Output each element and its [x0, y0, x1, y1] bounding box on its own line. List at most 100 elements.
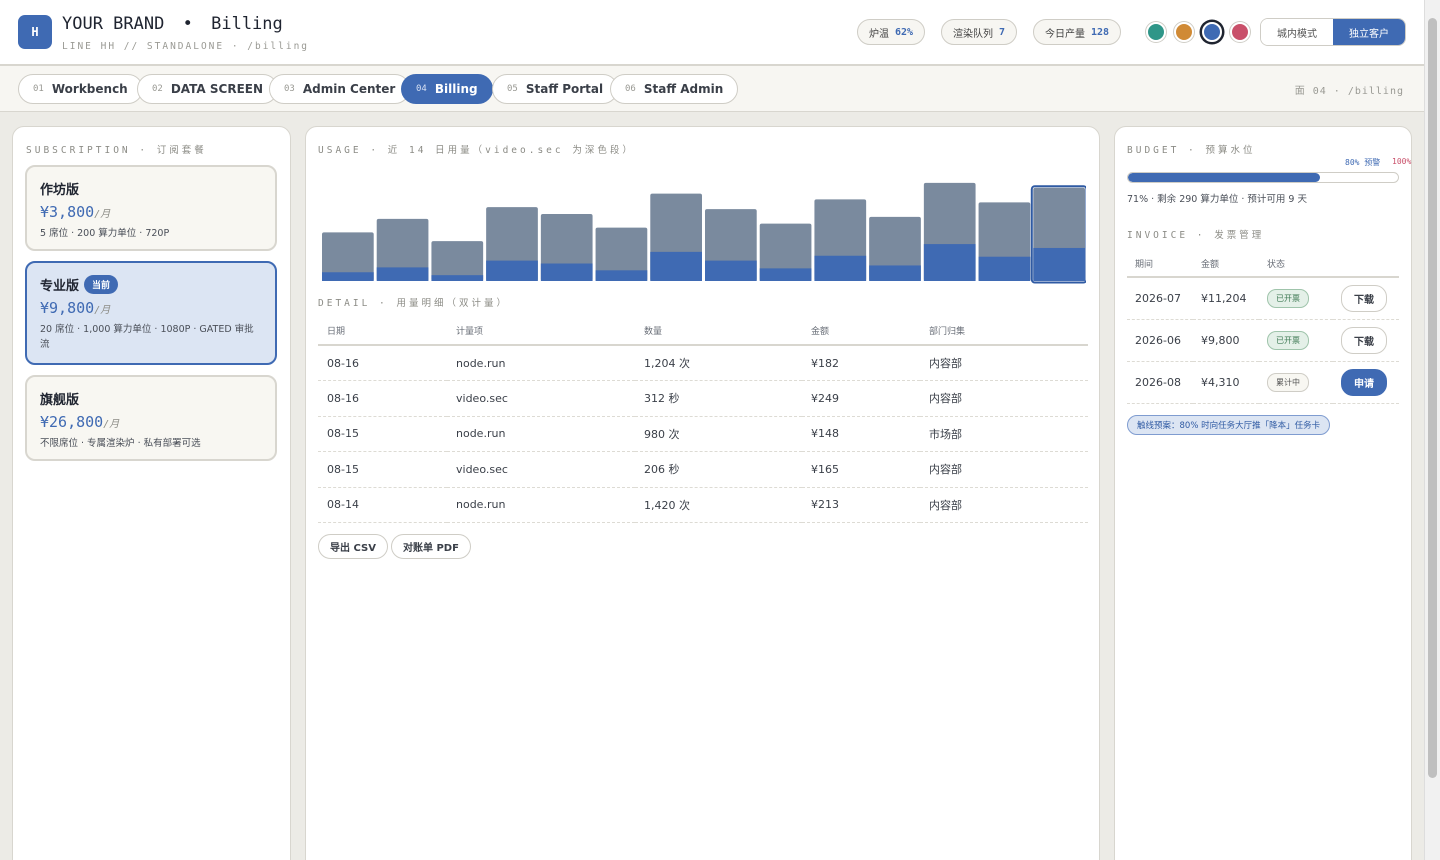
tab-number: 02 — [152, 84, 163, 94]
export-pdf-button[interactable]: 对账单 PDF — [391, 534, 471, 559]
tab-billing[interactable]: 04 Billing — [401, 74, 493, 104]
cell-amount: ¥148 — [802, 416, 920, 452]
usage-bar-video[interactable] — [869, 265, 921, 281]
scrollbar-thumb[interactable] — [1428, 18, 1437, 778]
cell-amount: ¥165 — [802, 451, 920, 488]
tab-number: 05 — [507, 84, 518, 94]
usage-bar-video[interactable] — [923, 244, 976, 281]
tab-staff-portal[interactable]: 05 Staff Portal — [492, 74, 619, 104]
theme-swatch-blue[interactable] — [1202, 22, 1222, 42]
plan-card-pro[interactable]: 专业版 当前 ¥9,800/月 20 席位 · 1,000 算力单位 · 108… — [25, 261, 277, 365]
mode-option-standalone[interactable]: 独立客户 — [1333, 19, 1405, 45]
status-badge: 累计中 — [1267, 372, 1309, 392]
tab-number: 06 — [625, 84, 636, 94]
budget-progress-fill — [1128, 173, 1320, 182]
column-header[interactable]: 部门归集 — [920, 317, 1088, 346]
usage-bar-video[interactable] — [486, 260, 538, 281]
usage-bar-video[interactable] — [759, 268, 812, 281]
column-header[interactable]: 计量项 — [447, 317, 635, 346]
column-header[interactable]: 数量 — [635, 317, 802, 346]
plan-description: 5 席位 · 200 算力单位 · 720P — [40, 228, 170, 239]
cell-metric: node.run — [447, 345, 635, 381]
usage-bar-video[interactable] — [650, 251, 702, 281]
current-plan-badge: 当前 — [84, 275, 119, 294]
usage-bar-video[interactable] — [1033, 247, 1085, 281]
cell-status: 累计中 — [1259, 361, 1333, 404]
request-invoice-button[interactable]: 申请 — [1341, 368, 1387, 396]
usage-panel: USAGE · 近 14 日用量（video.sec 为深色段） DETAIL … — [305, 126, 1100, 860]
cell-period: 2026-08 — [1127, 361, 1193, 404]
brand-subtitle: LINE HH // STANDALONE · /billing — [62, 41, 310, 52]
usage-bar-video[interactable] — [978, 256, 1031, 281]
table-row[interactable]: 08-15 video.sec 206 秒 ¥165 内容部 — [318, 451, 1088, 488]
tab-number: 01 — [33, 84, 44, 94]
plan-card-workshop[interactable]: 作坊版 ¥3,800/月 5 席位 · 200 算力单位 · 720P — [25, 165, 277, 251]
table-row[interactable]: 08-16 video.sec 312 秒 ¥249 内容部 — [318, 380, 1088, 417]
table-row[interactable]: 08-14 node.run 1,420 次 ¥213 内容部 — [318, 487, 1088, 523]
stat-render-queue: 渲染队列 7 — [941, 19, 1018, 45]
brand-title: YOUR BRAND • Billing — [62, 14, 283, 34]
plan-card-flagship[interactable]: 旗舰版 ¥26,800/月 不限席位 · 专属渲染炉 · 私有部署可选 — [25, 375, 277, 461]
usage-bar-chart — [320, 177, 1086, 285]
cell-quantity: 206 秒 — [635, 451, 802, 488]
theme-swatch-teal[interactable] — [1146, 22, 1166, 42]
tab-workbench[interactable]: 01 Workbench — [18, 74, 143, 104]
cell-quantity: 1,420 次 — [635, 487, 802, 523]
plan-name: 作坊版 — [40, 179, 262, 198]
tab-label: Admin Center — [302, 82, 396, 96]
column-header: 状态 — [1259, 251, 1333, 278]
table-row[interactable]: 08-16 node.run 1,204 次 ¥182 内容部 — [318, 345, 1088, 381]
usage-bar-video[interactable] — [322, 272, 374, 281]
title-separator: • — [182, 14, 193, 34]
stat-value: 7 — [999, 26, 1006, 38]
cell-date: 08-16 — [318, 345, 447, 381]
download-invoice-button[interactable]: 下载 — [1341, 326, 1387, 354]
cell-amount: ¥213 — [802, 487, 920, 523]
usage-detail-table: 日期 计量项 数量 金额 部门归集 08-16 node.run 1,204 次… — [318, 317, 1088, 523]
tab-label: Staff Admin — [643, 82, 724, 96]
column-header[interactable]: 金额 — [802, 317, 920, 346]
column-header: 金额 — [1193, 251, 1259, 278]
stat-value: 128 — [1091, 26, 1110, 38]
tab-data-screen[interactable]: 02 DATA SCREEN — [137, 74, 279, 104]
usage-bar-video[interactable] — [431, 275, 484, 281]
section-label: BUDGET · 预算水位 — [1127, 145, 1256, 156]
tab-label: Workbench — [51, 82, 128, 96]
mode-toggle[interactable]: 城内模式 独立客户 — [1260, 18, 1406, 46]
page-scrollbar[interactable] — [1424, 0, 1440, 860]
usage-bar-video[interactable] — [814, 255, 867, 281]
cell-amount: ¥182 — [802, 345, 920, 381]
usage-bar-video[interactable] — [705, 260, 757, 281]
table-row: 2026-08 ¥4,310 累计中 申请 — [1127, 361, 1399, 404]
column-header[interactable]: 日期 — [318, 317, 447, 346]
invoice-table: 期间 金额 状态 2026-07 ¥11,204 已开票 下载 2026-06 … — [1127, 251, 1399, 404]
usage-bar-video[interactable] — [376, 267, 429, 281]
stat-label: 渲染队列 — [953, 28, 993, 40]
usage-bar-video[interactable] — [540, 263, 593, 281]
cell-date: 08-16 — [318, 380, 447, 417]
cell-action: 申请 — [1333, 361, 1399, 404]
cell-department: 内容部 — [920, 487, 1088, 523]
usage-bar-total[interactable] — [431, 241, 484, 281]
tab-staff-admin[interactable]: 06 Staff Admin — [610, 74, 739, 104]
download-invoice-button[interactable]: 下载 — [1341, 284, 1387, 312]
budget-alert-chip: 触线预案：80% 时向任务大厅推「降本」任务卡 — [1127, 415, 1331, 435]
plan-price: ¥9,800/月 — [40, 299, 262, 317]
page-route: 面 04 · /billing — [1294, 86, 1404, 97]
tab-admin-center[interactable]: 03 Admin Center — [269, 74, 411, 104]
plan-price-value: ¥26,800 — [40, 413, 104, 431]
plan-price: ¥26,800/月 — [40, 413, 262, 431]
brand-logo[interactable]: H — [18, 15, 52, 49]
column-header-actions — [1333, 251, 1399, 278]
mode-option-city[interactable]: 城内模式 — [1261, 19, 1333, 45]
plan-description: 不限席位 · 专属渲染炉 · 私有部署可选 — [40, 438, 201, 449]
section-label: SUBSCRIPTION · 订阅套餐 — [26, 145, 207, 156]
theme-swatch-rose[interactable] — [1230, 22, 1250, 42]
stat-value: 62% — [895, 26, 914, 38]
export-csv-button[interactable]: 导出 CSV — [318, 534, 388, 559]
usage-bar-video[interactable] — [595, 270, 648, 281]
table-row[interactable]: 08-15 node.run 980 次 ¥148 市场部 — [318, 416, 1088, 452]
cell-date: 08-15 — [318, 416, 447, 452]
cell-date: 08-14 — [318, 487, 447, 523]
theme-swatch-amber[interactable] — [1174, 22, 1194, 42]
